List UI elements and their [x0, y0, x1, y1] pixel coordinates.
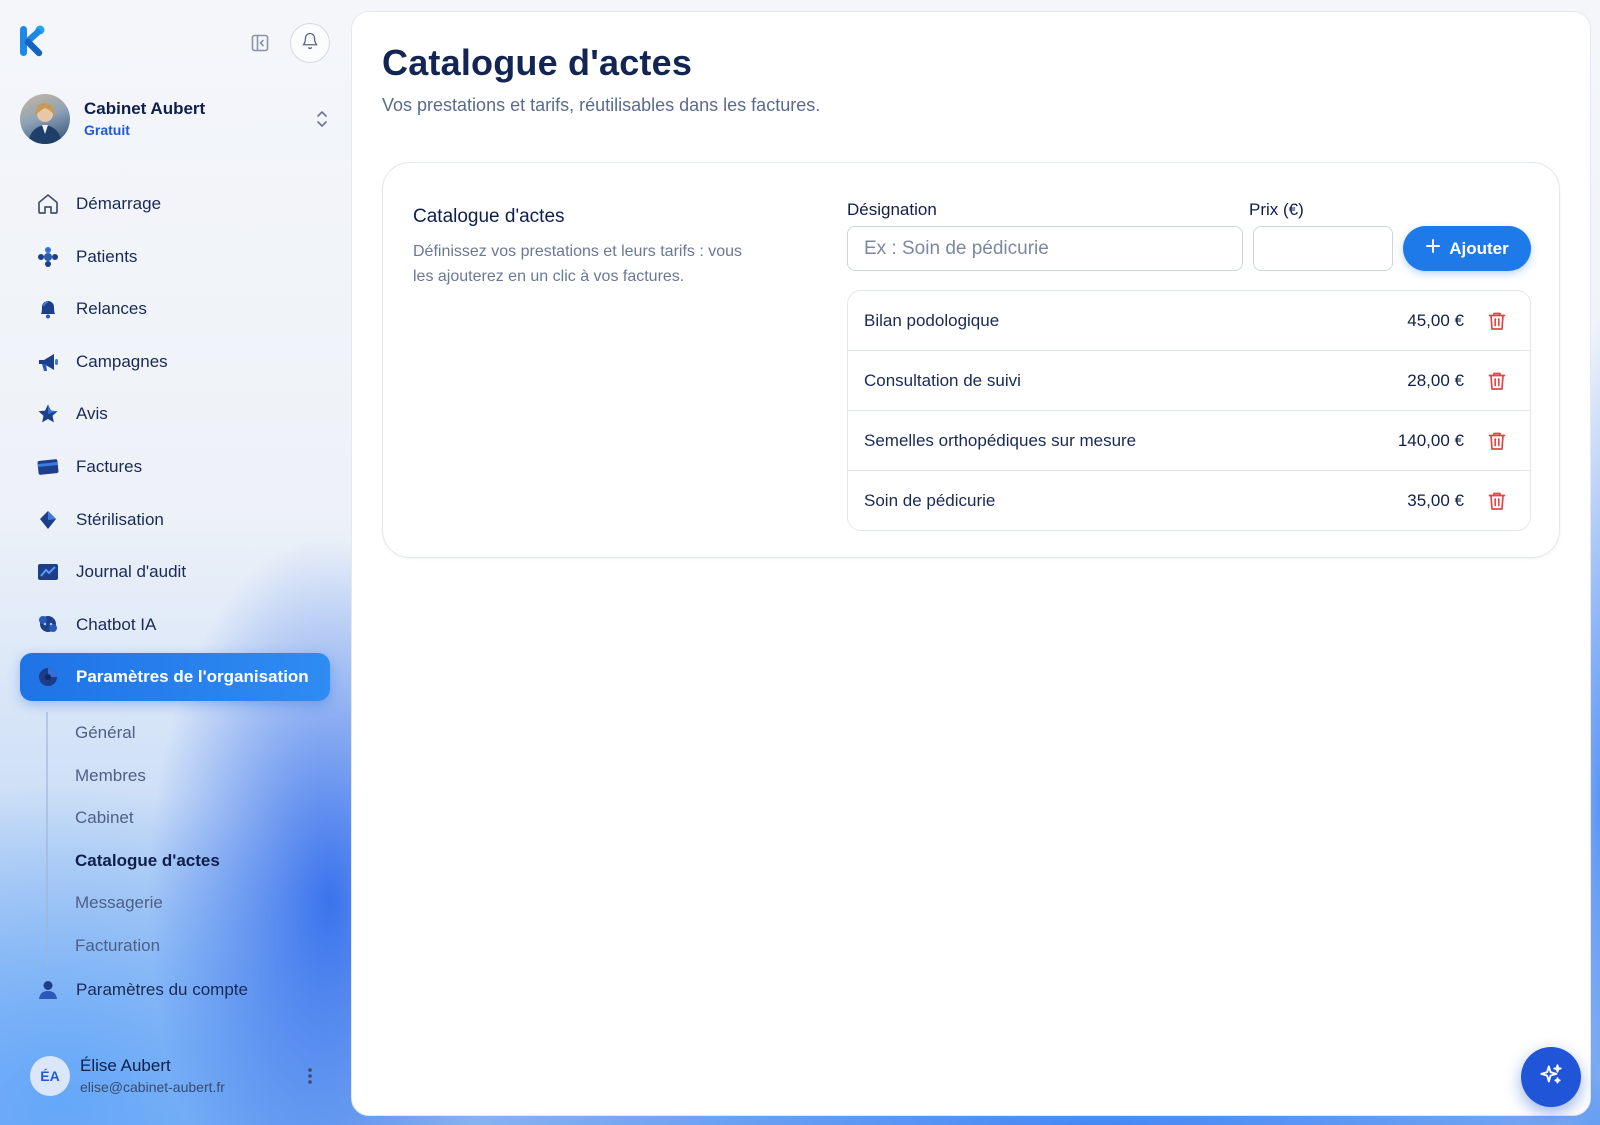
org-settings-subnav: Général Membres Cabinet Catalogue d'acte…	[46, 712, 306, 967]
designation-label: Désignation	[847, 200, 937, 219]
add-button-label: Ajouter	[1449, 238, 1509, 258]
subnav-item-general[interactable]: Général	[48, 712, 306, 755]
act-name: Bilan podologique	[864, 310, 1000, 330]
account-nav: Paramètres du compte	[20, 966, 330, 1019]
nav-item-patients[interactable]: Patients	[20, 233, 330, 281]
card-description: Définissez vos prestations et leurs tari…	[413, 243, 743, 285]
list-item: Semelles orthopédiques sur mesure 140,00…	[848, 411, 1530, 471]
nav-item-label: Campagnes	[76, 351, 168, 371]
nav-item-journal-audit[interactable]: Journal d'audit	[20, 548, 330, 596]
sidebar-collapse-icon[interactable]	[248, 31, 272, 55]
star-icon	[36, 402, 60, 426]
nav-item-parametres-organisation[interactable]: Paramètres de l'organisation	[20, 653, 330, 702]
subnav-item-catalogue-actes[interactable]: Catalogue d'actes	[48, 840, 306, 883]
more-vertical-icon[interactable]	[298, 1064, 322, 1088]
org-plan-badge: Gratuit	[84, 122, 130, 138]
act-price: 28,00 €	[1407, 370, 1464, 390]
nav-item-campagnes[interactable]: Campagnes	[20, 338, 330, 386]
megaphone-icon	[36, 350, 60, 374]
organization-switcher[interactable]: Cabinet Aubert Gratuit	[20, 94, 332, 144]
nav-item-label: Paramètres de l'organisation	[76, 667, 309, 687]
page-subtitle: Vos prestations et tarifs, réutilisables…	[382, 95, 821, 115]
user-email: elise@cabinet-aubert.fr	[80, 1079, 225, 1095]
invoice-icon	[36, 455, 60, 479]
list-item: Bilan podologique 45,00 €	[848, 291, 1530, 351]
acts-list: Bilan podologique 45,00 € Consultation d…	[847, 290, 1531, 531]
subnav-item-messagerie[interactable]: Messagerie	[48, 882, 306, 925]
bell-filled-icon	[36, 297, 60, 321]
main-panel: Catalogue d'actes Vos prestations et tar…	[351, 11, 1591, 1116]
patients-icon	[36, 245, 60, 269]
price-label: Prix (€)	[1249, 200, 1304, 219]
user-card[interactable]: ÉA Élise Aubert elise@cabinet-aubert.fr	[30, 1052, 330, 1100]
plus-icon	[1425, 238, 1441, 259]
trash-icon[interactable]	[1486, 370, 1508, 392]
nav-item-label: Factures	[76, 456, 143, 476]
nav-item-label: Paramètres du compte	[76, 980, 248, 999]
act-name: Soin de pédicurie	[864, 491, 996, 510]
trash-icon[interactable]	[1486, 430, 1508, 452]
chevron-up-down-icon	[312, 107, 332, 131]
list-item: Soin de pédicurie 35,00 €	[848, 471, 1530, 530]
audit-log-icon	[36, 560, 60, 584]
page-title: Catalogue d'actes	[382, 42, 693, 83]
add-act-button[interactable]: Ajouter	[1403, 226, 1531, 271]
notifications-button[interactable]	[290, 23, 330, 63]
org-name: Cabinet Aubert	[84, 99, 206, 118]
main-nav: Démarrage Patients Relances Campagnes Av…	[20, 180, 330, 706]
nav-item-label: Avis	[76, 404, 108, 424]
nav-item-label: Démarrage	[76, 194, 162, 213]
sparkles-icon	[1538, 1062, 1564, 1093]
nav-item-label: Stérilisation	[76, 509, 164, 529]
catalogue-card: Catalogue d'actes Définissez vos prestat…	[382, 162, 1560, 558]
act-name: Semelles orthopédiques sur mesure	[864, 430, 1137, 450]
nav-item-factures[interactable]: Factures	[20, 443, 330, 491]
trash-icon[interactable]	[1486, 310, 1508, 332]
designation-input[interactable]	[847, 226, 1243, 271]
price-input[interactable]	[1253, 226, 1393, 271]
list-item: Consultation de suivi 28,00 €	[848, 351, 1530, 411]
act-price: 140,00 €	[1397, 430, 1464, 450]
sidebar: Cabinet Aubert Gratuit Démarrage Patient…	[0, 0, 350, 1125]
user-icon	[36, 978, 60, 1002]
org-settings-icon	[36, 665, 60, 689]
nav-item-label: Journal d'audit	[76, 562, 187, 582]
subnav-item-cabinet[interactable]: Cabinet	[48, 797, 306, 840]
subnav-item-membres[interactable]: Membres	[48, 755, 306, 798]
act-name: Consultation de suivi	[864, 370, 1021, 390]
nav-item-label: Patients	[76, 246, 138, 266]
user-avatar: ÉA	[30, 1056, 70, 1096]
trash-icon[interactable]	[1486, 490, 1508, 512]
ai-assistant-button[interactable]	[1521, 1047, 1581, 1107]
chatbot-icon	[36, 613, 60, 637]
nav-item-sterilisation[interactable]: Stérilisation	[20, 496, 330, 544]
sterilisation-icon	[36, 508, 60, 532]
nav-item-demarrage[interactable]: Démarrage	[20, 180, 330, 228]
nav-item-chatbot-ia[interactable]: Chatbot IA	[20, 601, 330, 649]
card-title: Catalogue d'actes	[413, 206, 565, 227]
user-name: Élise Aubert	[80, 1056, 171, 1075]
bell-icon	[301, 32, 319, 55]
nav-item-relances[interactable]: Relances	[20, 285, 330, 333]
org-avatar	[20, 94, 70, 144]
nav-item-label: Chatbot IA	[76, 614, 157, 634]
nav-item-parametres-compte[interactable]: Paramètres du compte	[20, 966, 330, 1014]
act-price: 35,00 €	[1407, 491, 1464, 510]
act-price: 45,00 €	[1407, 310, 1464, 330]
k-logo-icon[interactable]	[18, 22, 48, 58]
nav-item-label: Relances	[76, 299, 147, 319]
nav-item-avis[interactable]: Avis	[20, 390, 330, 438]
subnav-item-facturation[interactable]: Facturation	[48, 925, 306, 968]
home-icon	[36, 192, 60, 216]
